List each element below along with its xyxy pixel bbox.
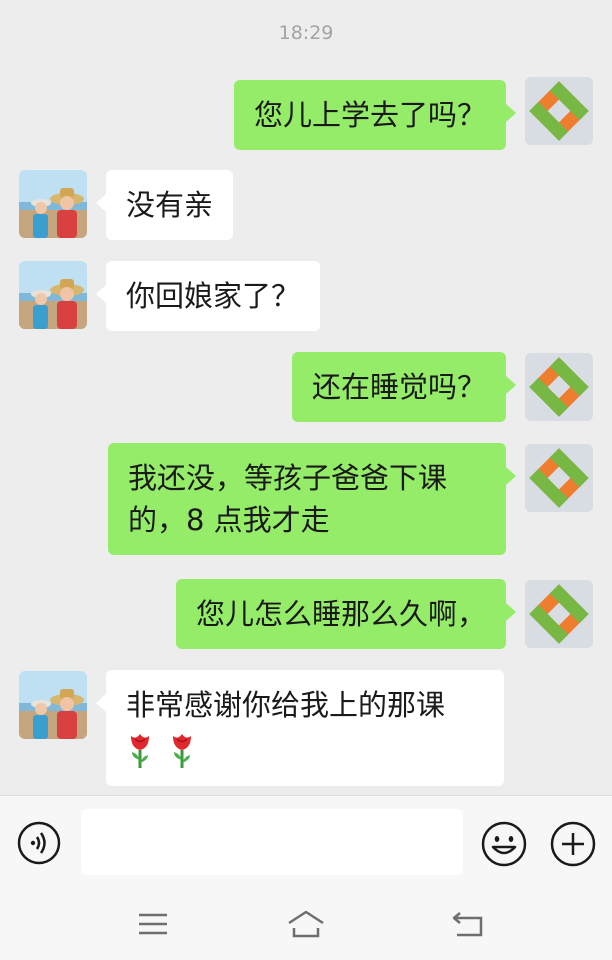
contact-avatar[interactable] xyxy=(19,170,87,238)
back-icon xyxy=(452,912,483,937)
menu-icon xyxy=(139,913,167,935)
voice-icon xyxy=(17,821,61,865)
logo-icon xyxy=(525,444,593,512)
message-line: 的，8 点我才走 xyxy=(128,503,330,537)
contact-avatar[interactable] xyxy=(19,261,87,329)
photo-icon xyxy=(19,261,87,329)
contact-avatar[interactable] xyxy=(19,671,87,739)
message-line: 非常感谢你给我上的那课 xyxy=(126,688,446,722)
message-input[interactable] xyxy=(81,809,463,875)
self-avatar[interactable] xyxy=(525,353,593,421)
emoji-icon xyxy=(481,821,527,867)
message-bubble-incoming[interactable]: 你回娘家了？ xyxy=(95,261,321,331)
more-button[interactable] xyxy=(550,821,596,867)
chat-area[interactable]: 18:29 您儿上学去了吗？ 没有亲 你回娘家了？ 还在睡觉吗？ 我还没，等孩子… xyxy=(0,0,612,795)
timestamp: 18:29 xyxy=(278,22,334,44)
system-nav-bar xyxy=(0,885,612,960)
message-line: 我还没，等孩子爸爸下课 xyxy=(128,461,448,495)
logo-icon xyxy=(525,580,593,648)
home-icon xyxy=(288,910,324,938)
rose-emoji-row xyxy=(126,726,484,772)
message-bubble-incoming[interactable]: 没有亲 xyxy=(95,170,234,240)
photo-icon xyxy=(19,170,87,238)
emoji-button[interactable] xyxy=(481,821,527,867)
voice-button[interactable] xyxy=(17,821,61,865)
message-bubble-outgoing[interactable]: 您儿怎么睡那么久啊， xyxy=(175,579,517,649)
logo-icon xyxy=(525,77,593,145)
self-avatar[interactable] xyxy=(525,580,593,648)
self-avatar[interactable] xyxy=(525,444,593,512)
photo-icon xyxy=(19,671,87,739)
message-bubble-outgoing[interactable]: 我还没，等孩子爸爸下课 的，8 点我才走 xyxy=(108,443,516,555)
rose-icon xyxy=(131,734,191,768)
self-avatar[interactable] xyxy=(525,77,593,145)
logo-icon xyxy=(525,353,593,421)
plus-icon xyxy=(550,821,596,867)
nav-back-button[interactable] xyxy=(451,909,485,939)
message-bubble-incoming[interactable]: 非常感谢你给我上的那课 xyxy=(96,670,504,786)
message-bubble-outgoing[interactable]: 您儿上学去了吗？ xyxy=(233,80,517,150)
nav-menu-button[interactable] xyxy=(136,909,170,939)
input-bar xyxy=(0,795,612,886)
nav-home-button[interactable] xyxy=(286,909,326,939)
message-bubble-outgoing[interactable]: 还在睡觉吗？ xyxy=(291,352,517,422)
